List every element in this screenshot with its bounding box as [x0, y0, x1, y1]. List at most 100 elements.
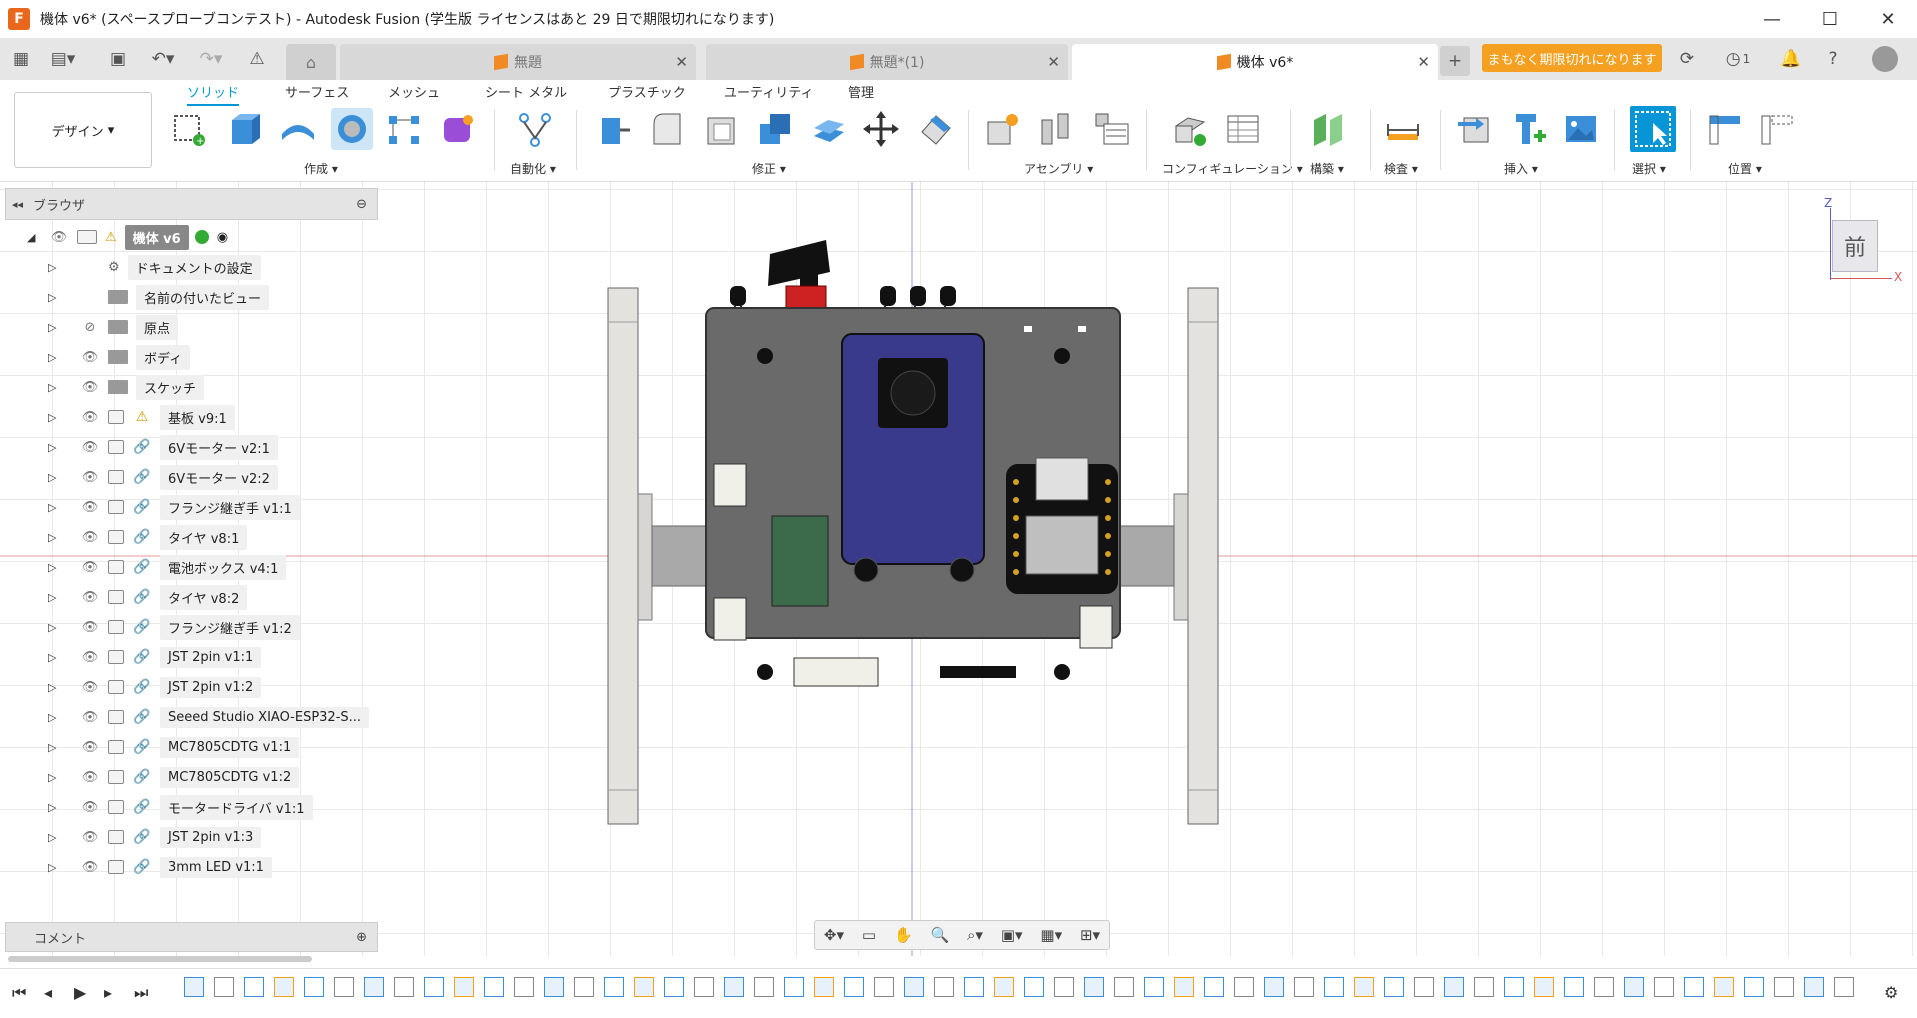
- insert-canvas-icon[interactable]: [1560, 108, 1602, 150]
- timeline-feature-icon[interactable]: [514, 977, 534, 997]
- expand-icon[interactable]: ▷: [48, 711, 62, 724]
- timeline-feature-icon[interactable]: [1684, 977, 1704, 997]
- tab-manage[interactable]: 管理: [848, 82, 874, 101]
- timeline-next-icon[interactable]: ▸: [104, 983, 112, 1002]
- tree-item[interactable]: ▷ 👁 🔗 JST 2pin v1:3: [48, 824, 262, 850]
- tab-mesh[interactable]: メッシュ: [388, 82, 440, 101]
- visibility-eye-icon[interactable]: 👁: [80, 860, 100, 875]
- offset-plane-icon[interactable]: [1308, 108, 1350, 150]
- timeline-feature-icon[interactable]: [814, 977, 834, 997]
- visibility-eye-icon[interactable]: 👁: [80, 440, 100, 455]
- save-icon[interactable]: ▣: [103, 44, 133, 74]
- tree-item-label[interactable]: MC7805CDTG v1:2: [160, 766, 300, 788]
- tree-item-label[interactable]: タイヤ v8:1: [160, 524, 248, 550]
- visibility-eye-icon[interactable]: 👁: [80, 770, 100, 785]
- visibility-eye-icon[interactable]: 👁: [80, 380, 100, 395]
- group-select-label[interactable]: 選択 ▾: [1632, 160, 1666, 177]
- timeline-start-icon[interactable]: ⏮: [12, 983, 26, 1003]
- doc-tab-3[interactable]: 機体 v6* ✕: [1072, 44, 1438, 80]
- timeline-feature-icon[interactable]: [1144, 977, 1164, 997]
- browser-scrollbar[interactable]: [8, 956, 312, 962]
- visibility-eye-icon[interactable]: 👁: [80, 800, 100, 815]
- expand-icon[interactable]: ▷: [48, 831, 62, 844]
- add-comment-icon[interactable]: ⊕: [356, 930, 367, 945]
- timeline-feature-icon[interactable]: [214, 977, 234, 997]
- joint-icon[interactable]: [1034, 108, 1076, 150]
- tree-item[interactable]: ▷ 👁 🔗 3mm LED v1:1: [48, 854, 272, 880]
- timeline-feature-icon[interactable]: [1564, 977, 1584, 997]
- expand-icon[interactable]: ▷: [48, 801, 62, 814]
- expand-icon[interactable]: ▷: [48, 441, 62, 454]
- tree-item[interactable]: ▷ ⊘ 原点: [48, 314, 179, 340]
- revert-position-icon[interactable]: [1756, 108, 1798, 150]
- expand-icon[interactable]: ▷: [48, 261, 62, 274]
- display-settings-icon[interactable]: ▣▾: [1001, 926, 1023, 944]
- expand-icon[interactable]: ▷: [48, 561, 62, 574]
- expand-icon[interactable]: ▷: [48, 741, 62, 754]
- timeline-feature-icon[interactable]: [1804, 977, 1824, 997]
- visibility-eye-icon[interactable]: 👁: [80, 680, 100, 695]
- tree-item[interactable]: ▷ 👁 🔗 フランジ継ぎ手 v1:1: [48, 494, 300, 520]
- timeline-feature-icon[interactable]: [1744, 977, 1764, 997]
- tree-item[interactable]: ▷ 👁 スケッチ: [48, 374, 205, 400]
- tree-item-label[interactable]: ボディ: [136, 344, 191, 370]
- zoom-icon[interactable]: 🔍: [930, 926, 949, 944]
- timeline-feature-icon[interactable]: [1324, 977, 1344, 997]
- timeline-feature-icon[interactable]: [1594, 977, 1614, 997]
- redo-icon[interactable]: ↷▾: [196, 44, 226, 74]
- pattern-icon[interactable]: [383, 108, 425, 150]
- orbit-icon[interactable]: ✥▾: [824, 926, 844, 944]
- timeline-feature-icon[interactable]: [1384, 977, 1404, 997]
- timeline-feature-icon[interactable]: [1084, 977, 1104, 997]
- timeline-feature-icon[interactable]: [904, 977, 924, 997]
- timeline-end-icon[interactable]: ⏭: [134, 983, 148, 1003]
- tree-item-label[interactable]: ドキュメントの設定: [127, 254, 261, 280]
- draft-icon[interactable]: [914, 108, 956, 150]
- tree-item-label[interactable]: Seeed Studio XIAO-ESP32-S...: [160, 706, 370, 728]
- activate-radio-icon[interactable]: ◉: [217, 230, 228, 245]
- bill-of-materials-icon[interactable]: [1090, 108, 1132, 150]
- timeline-feature-icon[interactable]: [544, 977, 564, 997]
- group-position-label[interactable]: 位置 ▾: [1728, 160, 1762, 177]
- user-avatar[interactable]: [1872, 46, 1898, 72]
- timeline-feature-icon[interactable]: [1774, 977, 1794, 997]
- visibility-eye-icon[interactable]: 👁: [80, 650, 100, 665]
- expand-icon[interactable]: ▷: [48, 381, 62, 394]
- press-pull-icon[interactable]: [592, 108, 634, 150]
- visibility-eye-icon[interactable]: 👁: [49, 230, 69, 245]
- tree-item[interactable]: ▷ ⚙ ドキュメントの設定: [48, 254, 261, 280]
- tree-root[interactable]: ◢ 👁 ⚠ 機体 v6 ◉: [27, 224, 228, 250]
- extrude-icon[interactable]: [222, 108, 264, 150]
- tree-item-label[interactable]: JST 2pin v1:2: [160, 676, 262, 698]
- doc-tab-1[interactable]: 無題 ✕: [340, 44, 696, 80]
- fillet-icon[interactable]: [646, 108, 688, 150]
- timeline-feature-icon[interactable]: [844, 977, 864, 997]
- tree-item[interactable]: ▷ 👁 ボディ: [48, 344, 191, 370]
- timeline-feature-icon[interactable]: [754, 977, 774, 997]
- hidden-eye-icon[interactable]: ⊘: [80, 320, 100, 335]
- timeline-feature-icon[interactable]: [1054, 977, 1074, 997]
- look-at-icon[interactable]: ▭: [862, 926, 876, 944]
- tree-item[interactable]: ▷ 👁 🔗 タイヤ v8:2: [48, 584, 248, 610]
- timeline-feature-icon[interactable]: [484, 977, 504, 997]
- tab-surface[interactable]: サーフェス: [285, 82, 349, 101]
- timeline-feature-icon[interactable]: [1114, 977, 1134, 997]
- timeline-feature-icon[interactable]: [454, 977, 474, 997]
- move-copy-icon[interactable]: [860, 108, 902, 150]
- visibility-eye-icon[interactable]: 👁: [80, 560, 100, 575]
- offline-warning-icon[interactable]: ⚠: [242, 44, 272, 74]
- visibility-eye-icon[interactable]: 👁: [80, 620, 100, 635]
- timeline-feature-icon[interactable]: [934, 977, 954, 997]
- timeline-feature-icon[interactable]: [1654, 977, 1674, 997]
- timeline-feature-icon[interactable]: [1474, 977, 1494, 997]
- tab-solid[interactable]: ソリッド: [187, 82, 240, 106]
- automate-icon[interactable]: [514, 108, 556, 150]
- tree-item[interactable]: ▷ 👁 🔗 タイヤ v8:1: [48, 524, 248, 550]
- tree-item[interactable]: ▷ 👁 🔗 Seeed Studio XIAO-ESP32-S...: [48, 704, 370, 730]
- minimize-button[interactable]: —: [1743, 0, 1801, 38]
- tree-item[interactable]: ▷ 👁 🔗 モータードライバ v1:1: [48, 794, 313, 820]
- timeline-feature-icon[interactable]: [784, 977, 804, 997]
- tree-item-label[interactable]: 電池ボックス v4:1: [160, 554, 287, 580]
- tree-item[interactable]: ▷ 👁 🔗 電池ボックス v4:1: [48, 554, 287, 580]
- maximize-button[interactable]: ☐: [1801, 0, 1859, 38]
